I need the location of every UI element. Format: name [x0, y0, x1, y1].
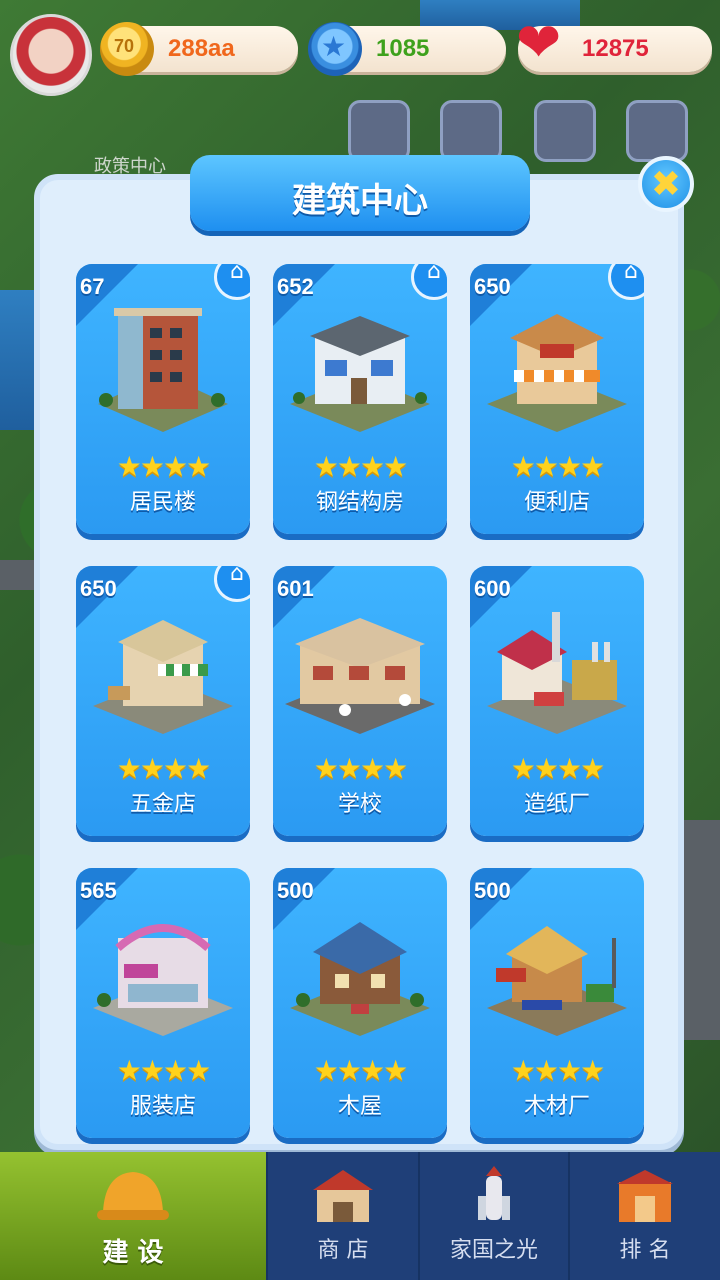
building-name: 钢结构房	[315, 490, 404, 515]
star-rating: ★★★★	[510, 450, 605, 483]
rocket-icon	[478, 1166, 510, 1220]
building-card-8[interactable]: 500 ★★★★ 木材厂	[470, 868, 644, 1138]
building-score: 500	[474, 878, 511, 903]
tab-build-label: 建 设	[102, 1238, 164, 1268]
building-card-0[interactable]: 67 ★★★★ 居民楼	[76, 264, 250, 534]
building-score: 650	[474, 274, 511, 299]
building-card-4[interactable]: 601 ★★★★ 学校	[273, 566, 447, 836]
building-card-3[interactable]: 650 ★★★★ 五金店	[76, 566, 250, 836]
hardware-store-icon	[93, 620, 233, 734]
building-score: 565	[80, 878, 117, 903]
map-road	[684, 820, 720, 1040]
tab-shop[interactable]: 商 店	[268, 1152, 420, 1280]
tab-ranking-label: 排 名	[619, 1238, 671, 1263]
star-rating: ★★★★	[313, 752, 408, 785]
home-icon[interactable]	[214, 566, 250, 602]
star-rating: ★★★★	[313, 450, 408, 483]
lumber-mill-icon	[487, 926, 627, 1036]
home-icon[interactable]	[411, 264, 447, 300]
clothing-store-icon	[93, 924, 233, 1036]
heart-icon	[514, 16, 568, 76]
building-name: 服装店	[129, 1094, 196, 1119]
star-rating: ★★★★	[116, 752, 211, 785]
bottom-nav: 建 设 商 店 家国之光 排 名	[0, 1152, 720, 1280]
steel-house-icon	[290, 316, 430, 432]
building-name: 造纸厂	[523, 792, 590, 817]
building-name: 木屋	[337, 1094, 382, 1119]
home-icon[interactable]	[608, 264, 644, 300]
building-name: 五金店	[129, 792, 196, 817]
handshake-icon[interactable]	[440, 100, 502, 162]
tab-national-glory[interactable]: 家国之光	[420, 1152, 570, 1280]
tab-national-glory-label: 家国之光	[449, 1238, 538, 1263]
tab-shop-label: 商 店	[317, 1238, 369, 1263]
tab-ranking[interactable]: 排 名	[570, 1152, 720, 1280]
panel-title-banner: 建筑中心	[190, 155, 530, 231]
event-70-icon[interactable]	[348, 100, 410, 162]
home-icon[interactable]	[214, 264, 250, 300]
building-score: 652	[277, 274, 314, 299]
building-card-7[interactable]: 500 ★★★★ 木屋	[273, 868, 447, 1138]
player-avatar[interactable]	[10, 14, 92, 96]
shop-icon	[313, 1170, 373, 1222]
school-icon	[285, 618, 435, 734]
apartment-building-icon	[98, 308, 228, 432]
building-card-6[interactable]: 565 ★★★★ 服装店	[76, 868, 250, 1138]
building-score: 601	[277, 576, 314, 601]
building-name: 居民楼	[129, 490, 196, 515]
building-name: 学校	[337, 792, 382, 817]
star-rating: ★★★★	[116, 1054, 211, 1087]
top-bar: 288aa 1085 12875	[0, 0, 720, 100]
coin-value: 288aa	[168, 35, 235, 62]
hero-icon[interactable]	[534, 100, 596, 162]
heart-value: 12875	[582, 35, 649, 62]
paper-mill-icon	[487, 612, 627, 734]
close-x-icon: ✖	[650, 164, 682, 205]
building-card-2[interactable]: 650 ★★★★ 便利店	[470, 264, 644, 534]
panel-title: 建筑中心	[292, 181, 428, 221]
heart-counter[interactable]: 12875	[516, 16, 712, 72]
star-rating: ★★★★	[313, 1054, 408, 1087]
blue-star-icon	[308, 22, 362, 76]
hardhat-icon	[97, 1172, 169, 1220]
building-score: 600	[474, 576, 511, 601]
building-score: 500	[277, 878, 314, 903]
building-score: 67	[80, 274, 105, 299]
building-name: 便利店	[523, 490, 590, 515]
star-rating: ★★★★	[510, 1054, 605, 1087]
coin-counter[interactable]: 288aa	[100, 22, 298, 76]
tab-build[interactable]: 建 设	[0, 1152, 268, 1280]
building-card-5[interactable]: 600 ★★★★ 造纸厂	[470, 566, 644, 836]
wooden-house-icon	[290, 922, 430, 1036]
coin-70-icon	[100, 22, 154, 76]
building-card-1[interactable]: 652 ★★★★ 钢结构房	[273, 264, 447, 534]
star-counter[interactable]: 1085	[308, 22, 506, 76]
convenience-store-icon	[487, 314, 627, 432]
ranking-icon	[617, 1170, 673, 1222]
building-score: 650	[80, 576, 117, 601]
building-name: 木材厂	[523, 1094, 590, 1119]
star-rating: ★★★★	[116, 450, 211, 483]
star-value: 1085	[376, 35, 430, 62]
star-rating: ★★★★	[510, 752, 605, 785]
close-button[interactable]: ✖	[638, 156, 694, 212]
globe-icon[interactable]	[626, 100, 688, 162]
